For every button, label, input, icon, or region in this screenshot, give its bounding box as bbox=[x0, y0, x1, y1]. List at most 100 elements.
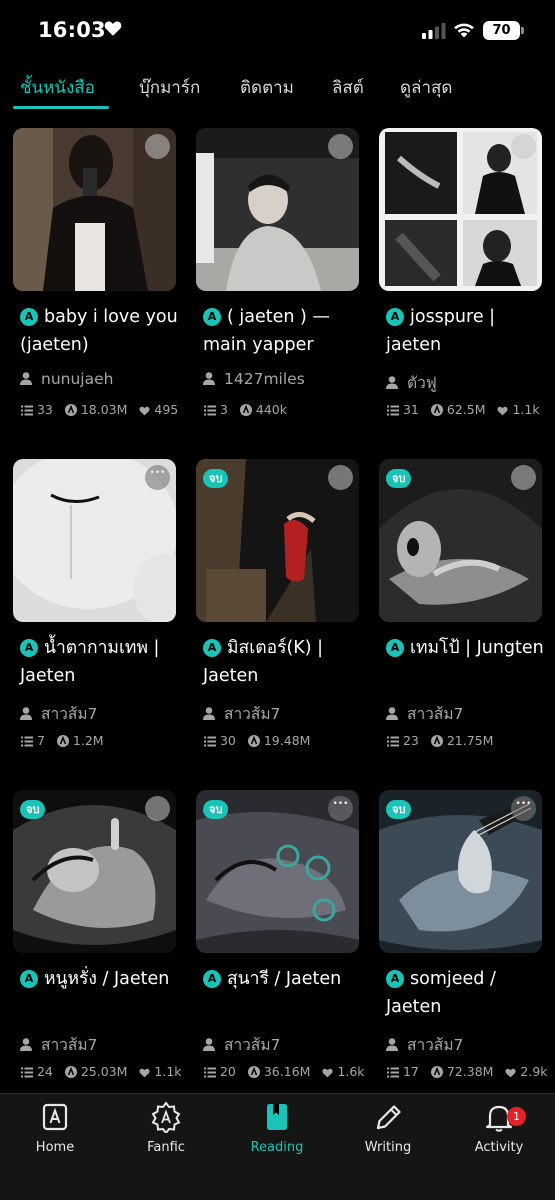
book-cover[interactable]: จบ bbox=[196, 459, 359, 622]
book-stats: 24 25.03M 1.1k bbox=[21, 1064, 182, 1079]
list-icon bbox=[21, 1067, 33, 1078]
user-icon bbox=[203, 372, 215, 385]
list-icon bbox=[204, 405, 216, 416]
book-author[interactable]: สาวส้ม7 bbox=[20, 701, 97, 726]
more-options-button[interactable] bbox=[145, 134, 170, 159]
user-icon bbox=[20, 372, 32, 385]
battery-indicator: 70 bbox=[483, 21, 524, 40]
book-author[interactable]: สาวส้ม7 bbox=[386, 701, 463, 726]
user-icon bbox=[386, 1038, 398, 1051]
like-count: 1.1k bbox=[512, 402, 540, 417]
more-options-button[interactable] bbox=[511, 465, 536, 490]
chapter-count: 31 bbox=[402, 402, 419, 417]
user-icon bbox=[203, 707, 215, 720]
book-title[interactable]: A เทมโป้ | Jungten bbox=[386, 634, 546, 662]
like-count: 1.1k bbox=[154, 1064, 182, 1079]
book-title[interactable]: Ajosspure | jaeten bbox=[386, 303, 546, 359]
reads-icon bbox=[247, 1066, 260, 1078]
book-stats: 7 1.2M bbox=[21, 733, 104, 748]
chapter-count: 24 bbox=[36, 1064, 53, 1079]
tab-recent[interactable]: ดูล่าสุด bbox=[400, 74, 452, 101]
book-cover[interactable]: จบ bbox=[196, 790, 359, 953]
completed-badge: จบ bbox=[203, 469, 229, 488]
more-options-button[interactable] bbox=[511, 796, 536, 821]
book-author[interactable]: สาวส้ม7 bbox=[203, 1032, 280, 1057]
reads-icon bbox=[56, 735, 69, 747]
chapter-count: 3 bbox=[219, 402, 228, 417]
more-options-button[interactable] bbox=[328, 796, 353, 821]
book-author[interactable]: สาวส้ม7 bbox=[386, 1032, 463, 1057]
book-cover[interactable]: จบ bbox=[379, 459, 542, 622]
tab-bookmarks[interactable]: บุ๊กมาร์ก bbox=[139, 74, 200, 101]
reads-icon bbox=[64, 404, 77, 416]
read-count: 1.2M bbox=[72, 733, 104, 748]
home-icon bbox=[42, 1103, 68, 1131]
heart-icon bbox=[139, 1068, 150, 1078]
more-options-button[interactable] bbox=[328, 465, 353, 490]
book-stats: 20 36.16M 1.6k bbox=[204, 1064, 365, 1079]
nav-home[interactable]: Home bbox=[0, 1101, 110, 1155]
book-title[interactable]: Asomjeed / Jaeten bbox=[386, 965, 546, 1021]
book-author[interactable]: สาวส้ม7 bbox=[203, 701, 280, 726]
nav-activity[interactable]: 1 Activity bbox=[444, 1101, 554, 1155]
book-cover[interactable]: จบ bbox=[379, 790, 542, 953]
list-icon bbox=[204, 1067, 216, 1078]
story-icon: A bbox=[20, 970, 38, 988]
book-title[interactable]: Ababy i love you (jaeten) bbox=[20, 303, 180, 359]
like-count: 2.9k bbox=[520, 1064, 548, 1079]
more-options-button[interactable] bbox=[145, 465, 170, 490]
nav-fanfic[interactable]: Fanfic bbox=[111, 1101, 221, 1155]
nav-writing[interactable]: Writing bbox=[333, 1101, 443, 1155]
story-icon: A bbox=[203, 970, 221, 988]
book-author[interactable]: ตัวฟู bbox=[386, 370, 437, 395]
signal-icon bbox=[422, 23, 446, 39]
read-count: 25.03M bbox=[80, 1064, 128, 1079]
wifi-icon bbox=[454, 23, 474, 38]
completed-badge: จบ bbox=[20, 800, 46, 819]
story-icon: A bbox=[20, 308, 38, 326]
reads-icon bbox=[239, 404, 252, 416]
book-cover[interactable] bbox=[379, 128, 542, 291]
book-stats: 31 62.5M 1.1k bbox=[387, 402, 540, 417]
book-stats: 17 72.38M 2.9k bbox=[387, 1064, 548, 1079]
nav-reading[interactable]: Reading bbox=[222, 1101, 332, 1155]
notification-badge: 1 bbox=[507, 1107, 526, 1126]
book-author[interactable]: 1427miles bbox=[203, 370, 305, 388]
tab-lists[interactable]: ลิสต์ bbox=[332, 74, 364, 101]
heart-icon bbox=[139, 406, 150, 416]
more-options-button[interactable] bbox=[511, 134, 536, 159]
list-icon bbox=[21, 405, 33, 416]
tab-bookshelf[interactable]: ชั้นหนังสือ bbox=[20, 74, 95, 101]
book-author[interactable]: nunujaeh bbox=[20, 370, 113, 388]
tab-following[interactable]: ติดตาม bbox=[240, 74, 294, 101]
book-author[interactable]: สาวส้ม7 bbox=[20, 1032, 97, 1057]
book-title[interactable]: A สุนารี / Jaeten bbox=[203, 965, 363, 993]
book-cover[interactable] bbox=[13, 128, 176, 291]
book-cover[interactable]: จบ bbox=[13, 790, 176, 953]
user-icon bbox=[203, 1038, 215, 1051]
more-options-button[interactable] bbox=[328, 134, 353, 159]
user-icon bbox=[386, 376, 398, 389]
more-options-button[interactable] bbox=[145, 796, 170, 821]
reads-icon bbox=[430, 404, 443, 416]
read-count: 19.48M bbox=[263, 733, 311, 748]
list-icon bbox=[204, 736, 216, 747]
user-icon bbox=[386, 707, 398, 720]
book-title[interactable]: A( jaeten ) — main yapper bbox=[203, 303, 363, 359]
chapter-count: 7 bbox=[36, 733, 45, 748]
book-cover[interactable] bbox=[196, 128, 359, 291]
list-icon bbox=[21, 736, 33, 747]
book-title[interactable]: A หนูหรั่ง / Jaeten bbox=[20, 965, 180, 993]
read-count: 21.75M bbox=[446, 733, 494, 748]
user-icon bbox=[20, 1038, 32, 1051]
status-bar: 16:03 70 bbox=[0, 0, 555, 62]
book-cover[interactable] bbox=[13, 459, 176, 622]
reads-icon bbox=[430, 1066, 443, 1078]
read-count: 72.38M bbox=[446, 1064, 494, 1079]
read-count: 62.5M bbox=[446, 402, 486, 417]
read-count: 440k bbox=[255, 402, 288, 417]
chapter-count: 17 bbox=[402, 1064, 419, 1079]
story-icon: A bbox=[386, 970, 404, 988]
book-title[interactable]: A มิสเตอร์(K) | Jaeten bbox=[203, 634, 363, 690]
book-title[interactable]: A น้ำตากามเทพ | Jaeten bbox=[20, 634, 180, 690]
